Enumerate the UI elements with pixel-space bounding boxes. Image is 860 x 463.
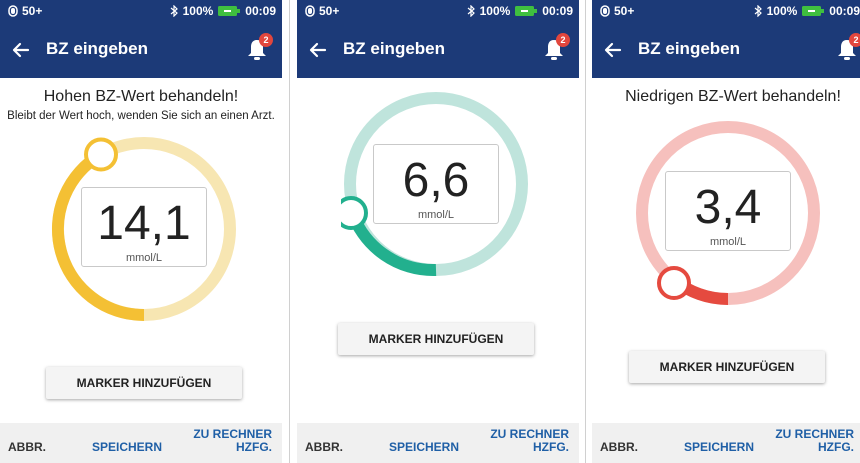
status-bar: 50+ 100% 00:09 [592,0,860,22]
battery-icon [218,6,241,16]
page-title: BZ eingeben [638,39,741,58]
status-time: 00:09 [829,4,860,18]
status-bar: 50+ 100% 00:09 [0,0,282,22]
notification-badge: 2 [849,33,860,47]
to-calculator-button[interactable]: ZU RECHNER HZFG. [775,428,854,454]
notification-button[interactable]: 2 [244,33,273,63]
warning-heading: Hohen BZ-Wert behandeln! [43,88,239,105]
to-calculator-line1: ZU RECHNER [775,427,854,441]
to-calculator-line1: ZU RECHNER [490,427,569,441]
warning-subtext: Bleibt der Wert hoch, wenden Sie sich an… [7,110,275,122]
glucose-value-box[interactable]: 14,1 mmol/L [81,187,207,267]
cancel-button[interactable]: ABBR. [600,440,638,454]
notification-badge: 2 [556,33,570,47]
back-arrow-icon[interactable] [10,39,32,61]
battery-icon [802,6,825,16]
gauge-handle[interactable] [84,137,118,172]
battery-icon [515,6,538,16]
to-calculator-button[interactable]: ZU RECHNER HZFG. [193,428,272,454]
status-left-text: 50+ [319,4,340,18]
screen-low-bg: 50+ 100% 00:09 BZ eingeben 2 Niedrigen B… [592,0,860,463]
app-bar: BZ eingeben 2 [592,22,860,78]
status-time: 00:09 [245,4,276,18]
page-title: BZ eingeben [343,39,446,58]
signal-icon [600,5,610,17]
screen-high-bg: 50+ 100% 00:09 BZ eingeben 2 Hohen BZ-We… [0,0,282,463]
back-arrow-icon[interactable] [307,39,329,61]
glucose-value-box[interactable]: 6,6 mmol/L [373,144,499,224]
glucose-value: 6,6 [402,154,470,207]
back-arrow-icon[interactable] [602,39,624,61]
notification-badge: 2 [259,33,273,47]
notification-button[interactable]: 2 [834,33,860,63]
notification-button[interactable]: 2 [541,33,570,63]
signal-icon [8,5,18,17]
battery-percent: 100% [479,4,511,18]
bottom-action-bar: ABBR. SPEICHERN ZU RECHNER HZFG. [297,423,579,463]
add-marker-button[interactable]: MARKER HINZUFÜGEN [338,323,534,355]
add-marker-button[interactable]: MARKER HINZUFÜGEN [629,351,825,383]
bottom-action-bar: ABBR. SPEICHERN ZU RECHNER HZFG. [592,423,860,463]
glucose-value: 14,1 [97,197,191,250]
battery-percent: 100% [182,4,214,18]
status-left-text: 50+ [22,4,43,18]
cancel-button[interactable]: ABBR. [305,440,343,454]
divider [289,0,290,463]
to-calculator-line2: HZFG. [236,440,272,454]
status-left-text: 50+ [614,4,635,18]
battery-percent: 100% [766,4,798,18]
app-bar: BZ eingeben 2 [297,22,579,78]
bottom-action-bar: ABBR. SPEICHERN ZU RECHNER HZFG. [0,423,282,463]
cancel-button[interactable]: ABBR. [8,440,46,454]
add-marker-button[interactable]: MARKER HINZUFÜGEN [46,367,242,399]
glucose-unit: mmol/L [417,209,455,221]
page-title: BZ eingeben [46,39,149,58]
glucose-value: 3,4 [694,181,762,234]
to-calculator-line2: HZFG. [818,440,854,454]
save-button[interactable]: SPEICHERN [389,440,459,454]
status-time: 00:09 [542,4,573,18]
bluetooth-icon [467,5,475,17]
to-calculator-line1: ZU RECHNER [193,427,272,441]
signal-icon [305,5,315,17]
glucose-unit: mmol/L [709,236,747,248]
save-button[interactable]: SPEICHERN [684,440,754,454]
bluetooth-icon [170,5,178,17]
save-button[interactable]: SPEICHERN [92,440,162,454]
to-calculator-line2: HZFG. [533,440,569,454]
divider [585,0,586,463]
gauge-handle[interactable] [341,196,368,230]
bluetooth-icon [754,5,762,17]
app-bar: BZ eingeben 2 [0,22,282,78]
to-calculator-button[interactable]: ZU RECHNER HZFG. [490,428,569,454]
status-bar: 50+ 100% 00:09 [297,0,579,22]
glucose-unit: mmol/L [125,252,163,264]
warning-heading: Niedrigen BZ-Wert behandeln! [625,88,841,105]
glucose-value-box[interactable]: 3,4 mmol/L [665,171,791,251]
gauge-handle[interactable] [657,266,691,300]
screen-target-bg: 50+ 100% 00:09 BZ eingeben 2 6,6 mmol/L … [297,0,579,463]
